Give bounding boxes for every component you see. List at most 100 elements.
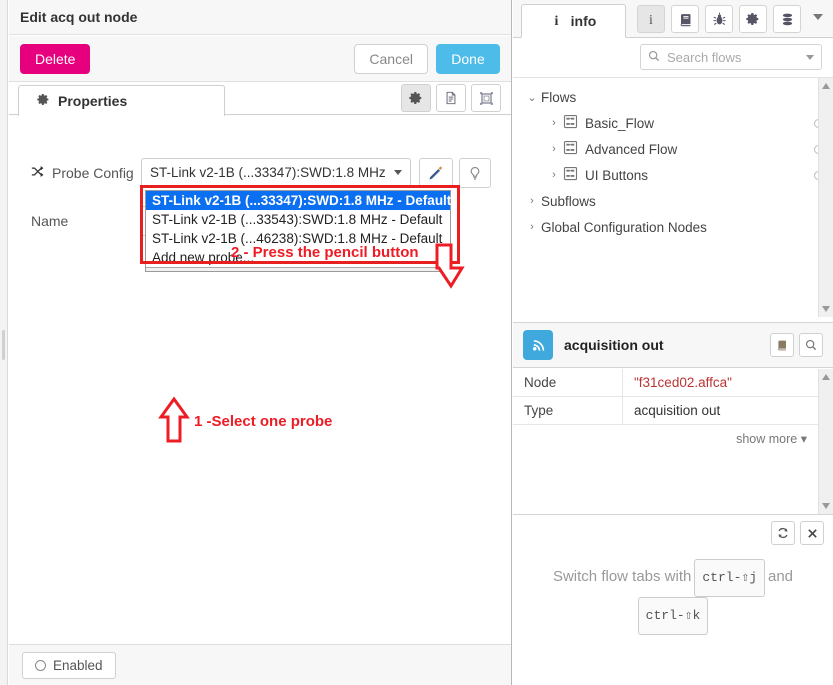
probe-config-label: Probe Config [31,165,141,181]
flow-icon [563,140,578,158]
gear-icon [37,93,50,109]
tree-item-subflows[interactable]: › Subflows [523,188,833,214]
edit-panel-toolbar: Delete Cancel Done [9,36,511,82]
flows-tree-panel: ⌄ Flows › Basic_Flow › Advanced Flow › U… [513,77,833,317]
form-row-probe-config: Probe Config ST-Link v2-1B (...33347):SW… [31,158,491,188]
tree-item-label: Basic_Flow [585,115,655,131]
scroll-up-arrow-icon[interactable] [822,374,830,380]
dropdown-option[interactable]: ST-Link v2-1B (...33347):SWD:1.8 MHz - D… [146,191,451,210]
tree-item-label: UI Buttons [585,167,649,183]
node-properties-table: Node "f31ced02.affca" Type acquisition o… [513,369,833,514]
tips-prefix: Switch flow tabs with [552,568,692,585]
property-value: "f31ced02.affca" [634,375,732,390]
scroll-down-arrow-icon[interactable] [822,503,830,509]
tree-item-advanced-flow[interactable]: › Advanced Flow [523,136,833,162]
probe-config-select[interactable]: ST-Link v2-1B (...33347):SWD:1.8 MHz [141,158,411,188]
svg-text:i: i [649,13,653,27]
sidebar-tabbar: i info i [513,0,833,38]
chevron-right-icon[interactable]: › [545,143,563,155]
annotation-arrow-down-icon [429,242,473,295]
tree-item-label: Advanced Flow [585,141,678,157]
tip-lightbulb-button[interactable] [459,158,491,188]
kbd-ctrl-shift-k: ctrl-⇧k [637,597,709,635]
flows-tree: ⌄ Flows › Basic_Flow › Advanced Flow › U… [513,78,833,240]
scroll-down-arrow-icon[interactable] [822,306,830,312]
info-sidebar: i info i Search flows ⌄ Flows › Basic_Fl… [513,0,833,685]
config-gear-icon-button[interactable] [739,5,767,33]
help-book-icon-button[interactable] [671,5,699,33]
show-more-label: show more [736,432,798,446]
flows-tree-scrollbar[interactable] [818,78,833,317]
edit-panel-icon-buttons [401,84,501,112]
sidebar-tab-icons: i [637,5,801,33]
search-placeholder: Search flows [667,49,742,65]
enabled-toggle-button[interactable]: Enabled [22,651,116,679]
debug-bug-icon-button[interactable] [705,5,733,33]
context-data-icon-button[interactable] [773,5,801,33]
tab-info-label: info [570,13,597,29]
chevron-down-icon [394,170,402,175]
tree-item-basic-flow[interactable]: › Basic_Flow [523,110,833,136]
edit-form: Probe Config ST-Link v2-1B (...33347):SW… [9,116,511,644]
tree-item-label: Flows [541,89,577,105]
tree-item-ui-buttons[interactable]: › UI Buttons [523,162,833,188]
refresh-tip-button[interactable] [771,521,795,545]
sidebar-tabs-overflow-caret-icon[interactable] [813,14,823,20]
tree-item-label: Subflows [541,193,596,209]
chevron-right-icon[interactable]: › [523,221,541,233]
tree-item-label: Global Configuration Nodes [541,219,707,235]
kbd-ctrl-shift-j: ctrl-⇧j [694,559,765,597]
scroll-up-arrow-icon[interactable] [822,83,830,89]
info-icon-button[interactable]: i [637,5,665,33]
chevron-down-icon[interactable]: ⌄ [523,91,541,104]
chevron-right-icon[interactable]: › [523,195,541,207]
edit-panel-header: Edit acq out node [9,0,511,35]
delete-button[interactable]: Delete [20,43,91,74]
appearance-layout-button[interactable] [471,84,501,112]
node-info-header-buttons [770,333,823,357]
search-input[interactable]: Search flows [640,44,822,70]
search-icon [648,50,660,65]
node-help-book-icon-button[interactable] [770,333,794,357]
edit-probe-pencil-button[interactable] [419,158,453,188]
table-row: Node "f31ced02.affca" [513,369,833,397]
radio-circle-icon [35,659,46,671]
tray-resize-handle[interactable] [0,0,8,685]
app-root: Edit acq out node Delete Cancel Done Pro… [0,0,833,685]
tree-item-global-config-nodes[interactable]: › Global Configuration Nodes [523,214,833,240]
page-title: Edit acq out node [20,9,138,25]
annotation-step-2: 2 - Press the pencil button [231,244,419,261]
table-row: Type acquisition out [513,397,833,425]
property-key: Node [513,369,623,396]
svg-text:i: i [554,14,558,27]
cancel-button[interactable]: Cancel [354,43,428,74]
description-document-button[interactable] [436,84,466,112]
node-search-icon-button[interactable] [799,333,823,357]
node-info-header: acquisition out [513,322,833,368]
tab-properties[interactable]: Properties [18,85,225,116]
acquisition-out-node-icon [523,330,553,360]
search-row: Search flows [513,39,833,77]
annotation-step-1: 1 -Select one probe [194,413,333,430]
node-properties-scrollbar[interactable] [818,369,833,514]
search-filter-caret-icon[interactable] [806,54,814,60]
done-button[interactable]: Done [436,43,500,74]
probe-config-label-text: Probe Config [52,165,134,181]
properties-gear-button[interactable] [401,84,431,112]
name-label: Name [31,213,69,229]
close-tips-button[interactable] [800,521,824,545]
tab-properties-label: Properties [58,93,128,109]
property-value: acquisition out [634,403,721,418]
edit-node-panel: Edit acq out node Delete Cancel Done Pro… [0,0,512,685]
dropdown-option[interactable]: ST-Link v2-1B (...33543):SWD:1.8 MHz - D… [146,210,450,229]
chevron-right-icon[interactable]: › [545,117,563,129]
tree-item-flows[interactable]: ⌄ Flows [523,84,833,110]
show-more-toggle[interactable]: show more ▾ [736,431,807,446]
tips-panel-buttons [771,521,824,545]
chevron-right-icon[interactable]: › [545,169,563,181]
tips-text: Switch flow tabs with ctrl-⇧j and ctrl-⇧k [513,559,833,635]
edit-panel-footer: Enabled [9,644,511,685]
node-info-title: acquisition out [564,337,664,353]
toolbar-right-buttons: Cancel Done [354,43,500,74]
tab-info[interactable]: i info [521,4,626,38]
